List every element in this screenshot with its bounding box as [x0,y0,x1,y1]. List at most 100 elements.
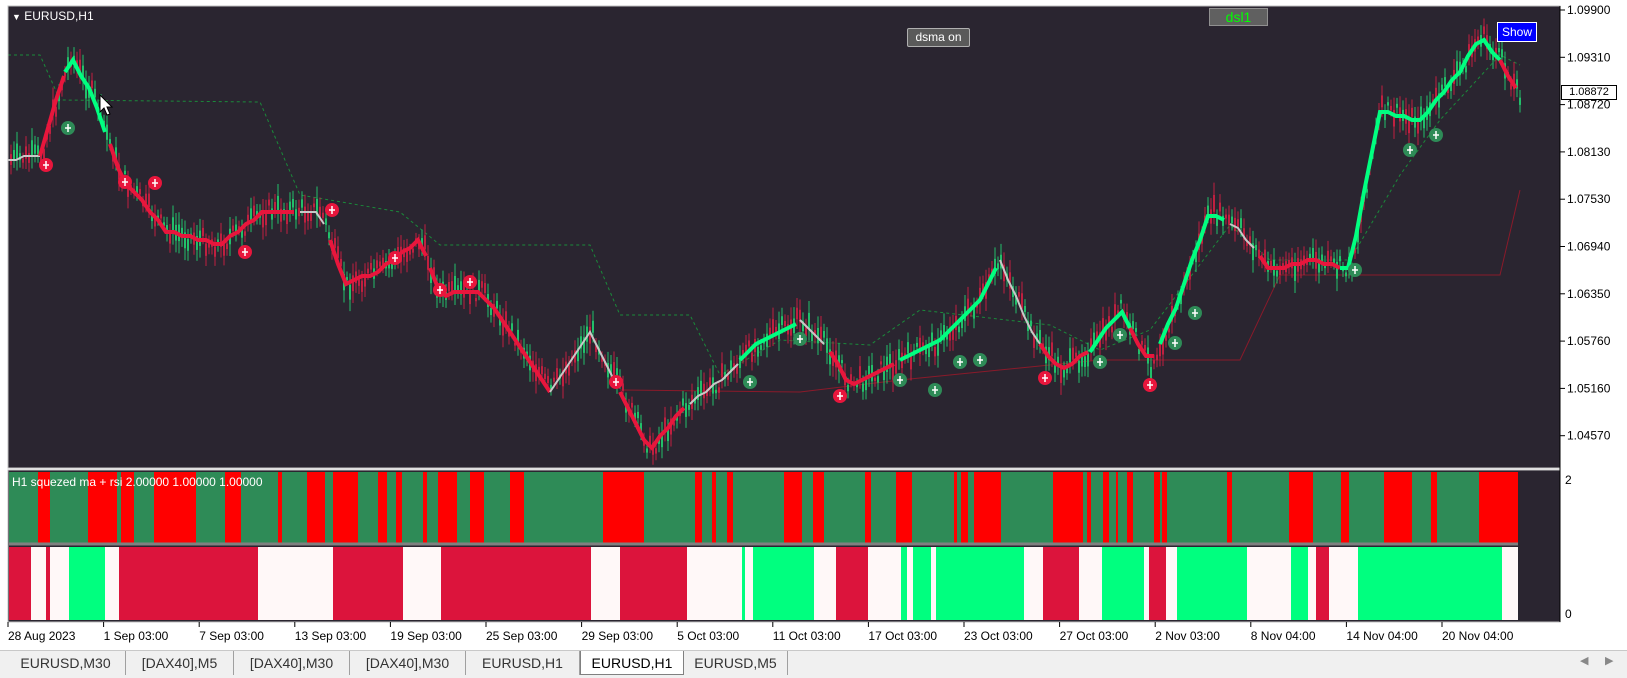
symbol-label[interactable]: ▼ EURUSD,H1 [12,9,94,23]
candle-body [718,387,720,393]
candle-body [322,212,324,218]
chart-canvas[interactable]: 1.099001.093101.087201.081301.075301.069… [0,0,1627,650]
signal-strip-segment [1316,547,1329,620]
signal-strip-segment [913,547,931,620]
candle-body [214,246,216,257]
candle-body [160,214,162,219]
candle-body [298,207,300,217]
signal-strip-segment [901,547,907,620]
histogram-bar [603,472,644,543]
signal-strip-segment [1043,547,1079,620]
arrow-right-icon[interactable]: ▶ [1605,654,1613,667]
candle-body [106,124,108,140]
date-tick-label: 27 Oct 03:00 [1060,629,1129,643]
histogram-bar [896,472,912,543]
price-tick-label: 1.09310 [1567,50,1611,64]
chart-tab[interactable]: EURUSD,M30 [6,651,126,675]
candle-body [1063,369,1065,378]
candle-body [424,235,426,250]
dsma-toggle-button[interactable]: dsma on [907,28,970,47]
histogram-bar [1349,472,1384,543]
histogram-bar [470,472,484,543]
histogram-bar [954,472,957,543]
candle-body [274,202,276,210]
candle-body [1276,270,1278,277]
candle-body [187,238,189,251]
dsl-toggle-button[interactable]: dsl1 [1209,8,1268,26]
show-button[interactable]: Show [1497,22,1537,42]
indicator-label: H1 squezed ma + rsi 2.00000 1.00000 1.00… [12,475,263,489]
chart-tab[interactable]: [DAX40],M30 [234,651,350,675]
candle-body [511,323,513,331]
candle-body [1465,66,1467,73]
signal-strip-segment [620,547,687,620]
triangle-down-icon[interactable]: ▼ [12,12,21,22]
histogram-bar [871,472,896,543]
chart-tab[interactable]: [DAX40],M30 [350,651,466,675]
candle-body [226,243,228,250]
candle-body [1501,49,1503,58]
candle-body [631,402,633,408]
chart-tab[interactable]: EURUSD,H1 [580,651,684,675]
candle-body [613,362,615,376]
date-tick-label: 5 Oct 03:00 [677,629,739,643]
signal-strip-segment [1329,547,1358,620]
signal-strip-segment [333,547,403,620]
candle-body [349,284,351,300]
candle-body [1135,328,1137,332]
histogram-bar [427,472,438,543]
candle-body [310,213,312,221]
candle-body [1240,218,1242,229]
candle-body [910,355,912,370]
candle-body [781,316,783,326]
histogram-bar [1001,472,1053,543]
chart-window[interactable]: 1.09900 1.09310 1.08720 1.08130 1.07530 1.069… [0,0,1627,650]
histogram-bar [1103,472,1109,543]
candle-body [109,139,111,144]
date-tick-label: 13 Sep 03:00 [295,629,367,643]
histogram-bar [733,472,784,543]
candle-body [541,366,543,375]
price-tick-label: 1.09900 [1567,3,1611,17]
candle-body [1069,348,1071,363]
candle-body [823,331,825,338]
candle-body [1381,95,1383,108]
candle-body [1294,264,1296,281]
signal-strip-segment [745,547,753,620]
signal-strip-segment [836,547,868,620]
signal-strip-segment [868,547,901,620]
signal-strip-segment [9,547,31,620]
candle-body [1444,77,1446,87]
candle-body [22,158,24,163]
histogram-bar [1116,472,1118,543]
main-plot-area[interactable] [8,6,1560,468]
chart-tab[interactable]: EURUSD,M5 [684,651,788,675]
signal-strip-segment [1149,547,1166,620]
candle-body [1234,217,1236,232]
candle-body [481,281,483,288]
signal-strip-segment [1291,547,1308,620]
date-tick-label: 7 Sep 03:00 [199,629,264,643]
indicator-signal-strip [9,547,1518,620]
candle-body [409,250,411,255]
signal-strip-segment [1102,547,1144,620]
candle-body [1039,329,1041,343]
signal-strip-segment [403,547,441,620]
candle-body [1060,367,1062,383]
histogram-bar [1437,472,1479,543]
histogram-bar [1313,472,1341,543]
candle-body [556,368,558,380]
candle-body [478,279,480,291]
candle-body [496,300,498,309]
candle-body [268,199,270,206]
signal-strip-segment [1358,547,1502,620]
signal-strip-segment [742,547,745,620]
chart-tab[interactable]: [DAX40],M5 [126,651,234,675]
candle-body [1051,342,1053,357]
candle-body [817,327,819,344]
arrow-left-icon[interactable]: ◀ [1580,654,1588,667]
candle-body [895,360,897,374]
histogram-bar [307,472,325,543]
chart-tab[interactable]: EURUSD,H1 [466,651,580,675]
candle-body [568,365,570,376]
